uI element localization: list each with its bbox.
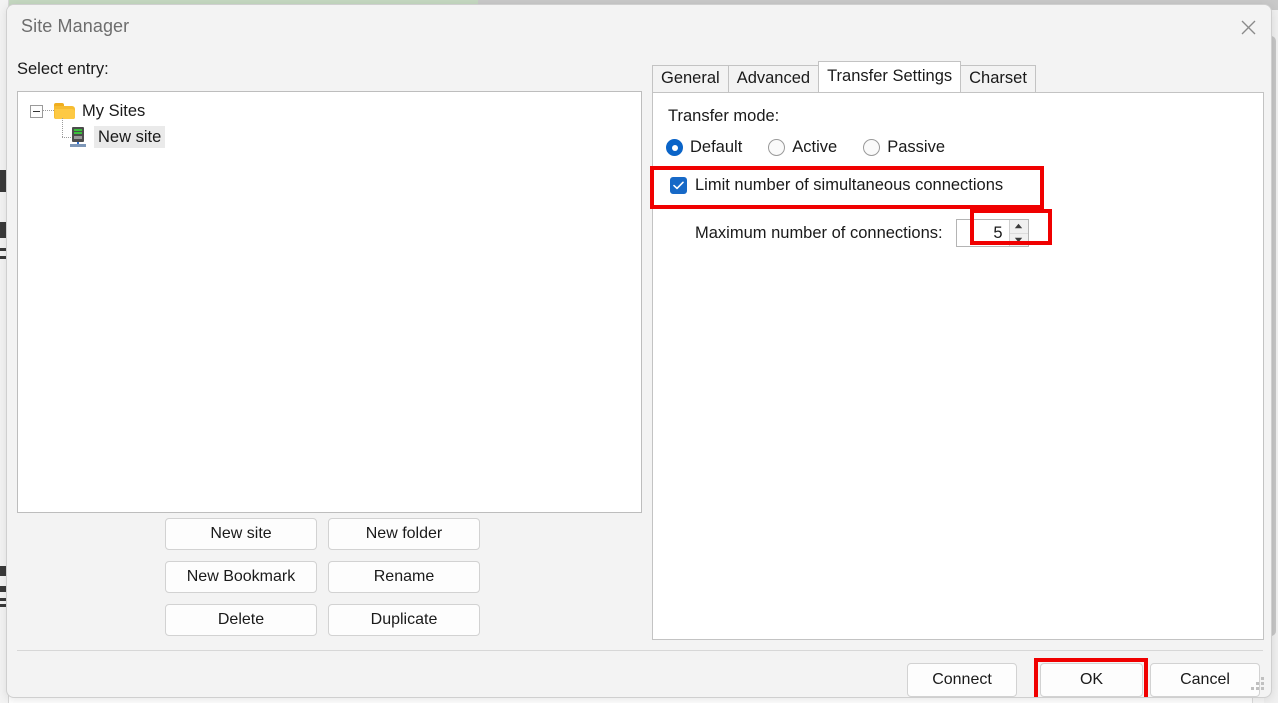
tree-item-my-sites[interactable]: My Sites (18, 98, 641, 124)
server-icon (69, 126, 87, 148)
limit-connections-checkbox[interactable]: Limit number of simultaneous connections (670, 176, 1003, 195)
transfer-mode-radio-group: Default Active Passive (666, 138, 971, 157)
resize-grip[interactable] (1251, 677, 1264, 690)
radio-button-icon (666, 139, 683, 156)
delete-button[interactable]: Delete (165, 604, 317, 636)
site-tree[interactable]: My Sites New site (17, 91, 642, 513)
ok-button[interactable]: OK (1040, 663, 1143, 697)
chevron-down-icon (1014, 237, 1023, 242)
max-connections-label: Maximum number of connections: (695, 223, 943, 242)
select-entry-label: Select entry: (17, 60, 109, 78)
connect-button[interactable]: Connect (907, 663, 1017, 697)
footer-divider (17, 650, 1263, 651)
screen: Site Manager Select entry: My Sites New … (0, 0, 1278, 703)
stepper-decrement-button[interactable] (1009, 232, 1028, 246)
tab-general[interactable]: General (652, 65, 729, 92)
radio-default[interactable]: Default (666, 138, 742, 157)
new-bookmark-button[interactable]: New Bookmark (165, 561, 317, 593)
cancel-button[interactable]: Cancel (1150, 663, 1260, 697)
chevron-up-icon (1014, 224, 1023, 229)
tree-connector-line (43, 110, 54, 112)
tree-item-new-site[interactable]: New site (18, 118, 641, 150)
settings-tabs: General Advanced Transfer Settings Chars… (652, 61, 1036, 92)
radio-active-label: Active (792, 138, 838, 156)
tree-connector-elbow (56, 118, 71, 150)
tree-item-label: New site (94, 126, 166, 148)
tree-expander-icon[interactable] (30, 104, 43, 118)
tab-transfer-settings[interactable]: Transfer Settings (818, 61, 962, 92)
duplicate-button[interactable]: Duplicate (328, 604, 480, 636)
new-site-button[interactable]: New site (165, 518, 317, 550)
radio-passive[interactable]: Passive (863, 138, 945, 157)
limit-connections-label: Limit number of simultaneous connections (695, 176, 1004, 194)
max-connections-row: Maximum number of connections: (695, 219, 1029, 247)
radio-button-icon (768, 139, 786, 156)
transfer-mode-label: Transfer mode: (668, 107, 780, 125)
radio-default-label: Default (690, 138, 743, 156)
close-button[interactable] (1225, 5, 1271, 49)
dialog-titlebar: Site Manager (7, 5, 1271, 49)
transfer-settings-panel: Transfer mode: Default Active Passive Li… (652, 92, 1264, 640)
stepper-buttons (1008, 220, 1028, 246)
tree-item-label: My Sites (82, 102, 146, 120)
dialog-title: Site Manager (21, 16, 130, 36)
site-manager-dialog: Site Manager Select entry: My Sites New … (6, 4, 1272, 698)
tab-advanced[interactable]: Advanced (727, 65, 820, 92)
stepper-increment-button[interactable] (1009, 220, 1028, 233)
max-connections-stepper[interactable] (955, 219, 1029, 247)
radio-passive-label: Passive (887, 138, 945, 156)
radio-button-icon (863, 139, 881, 156)
radio-active[interactable]: Active (768, 138, 837, 157)
max-connections-input[interactable] (956, 220, 1009, 246)
close-icon (1241, 20, 1255, 34)
new-folder-button[interactable]: New folder (328, 518, 480, 550)
checkmark-icon (670, 177, 687, 194)
folder-icon (54, 103, 75, 119)
tab-charset[interactable]: Charset (960, 65, 1036, 92)
rename-button[interactable]: Rename (328, 561, 480, 593)
